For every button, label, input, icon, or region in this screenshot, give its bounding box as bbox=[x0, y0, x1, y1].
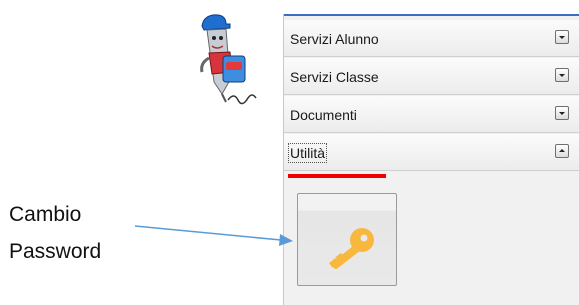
chevron-down-icon[interactable] bbox=[555, 106, 569, 120]
highlight-underline bbox=[288, 174, 386, 178]
accordion-label: Servizi Classe bbox=[290, 69, 379, 85]
chevron-up-icon[interactable] bbox=[555, 144, 569, 158]
accordion-servizi-classe[interactable]: Servizi Classe bbox=[284, 58, 579, 95]
mascot-illustration bbox=[200, 14, 257, 105]
chevron-down-icon[interactable] bbox=[555, 30, 569, 44]
accordion-utilita[interactable]: Utilità bbox=[284, 134, 579, 171]
chevron-down-icon[interactable] bbox=[555, 68, 569, 82]
callout-arrow bbox=[135, 225, 293, 246]
accordion-documenti[interactable]: Documenti bbox=[284, 96, 579, 133]
callout-line-2: Password bbox=[9, 240, 102, 263]
accordion-servizi-alunno[interactable]: Servizi Alunno bbox=[284, 20, 579, 57]
panel-top-border bbox=[284, 14, 579, 16]
accordion-label: Documenti bbox=[290, 107, 357, 123]
change-password-button[interactable] bbox=[297, 193, 397, 286]
accordion-label: Utilità bbox=[287, 143, 328, 163]
accordion-label: Servizi Alunno bbox=[290, 31, 379, 47]
key-icon bbox=[329, 228, 374, 270]
callout-line-1: Cambio bbox=[9, 203, 82, 226]
